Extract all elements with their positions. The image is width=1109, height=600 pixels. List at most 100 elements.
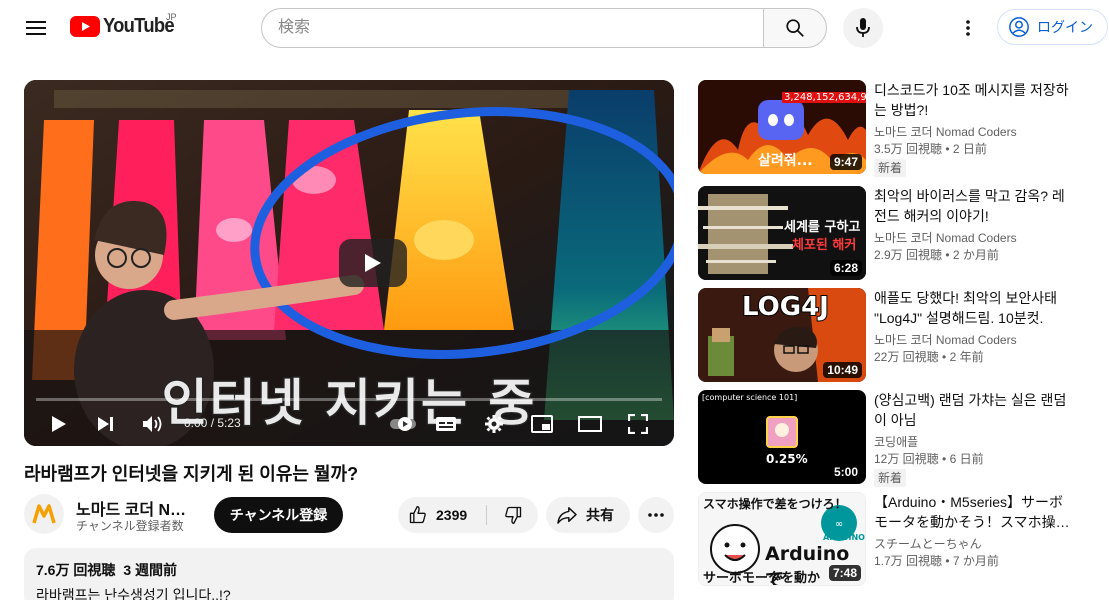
related-title[interactable]: 애플도 당했다! 최악의 보안사태 "Log4J" 설명해드림. 10분컷. xyxy=(874,288,1074,328)
video-title: 라바램프가 인터넷을 지키게 된 이유는 뭘까? xyxy=(24,464,359,484)
related-views: 2.9万 回視聴 xyxy=(874,248,943,262)
subtitles-icon xyxy=(436,417,456,431)
more-actions-button[interactable] xyxy=(638,497,674,533)
play-icon xyxy=(52,416,66,432)
fullscreen-button[interactable] xyxy=(622,408,654,440)
svg-text:∞: ∞ xyxy=(835,519,843,530)
channel-logo-icon xyxy=(32,504,56,524)
search-icon xyxy=(786,19,804,37)
subscribe-button[interactable]: チャンネル登録 xyxy=(214,497,343,533)
related-info: 【Arduino・M5series】サーボモータを動かそう！スマホ操作で差をつけ… xyxy=(874,492,1074,570)
video-duration: 6:28 xyxy=(829,260,862,276)
related-video-item[interactable]: 3,248,152,634,98 살려줘... 9:47 디스코드가 10조 메… xyxy=(698,80,1084,177)
description-box[interactable]: 7.6万 回視聴 3 週間前 라바램프는 난수생성기 입니다..!? xyxy=(24,548,674,600)
related-thumbnail[interactable]: LOG4J 10:49 xyxy=(698,288,866,382)
related-views: 22万 回視聴 xyxy=(874,350,939,364)
mute-button[interactable] xyxy=(137,408,169,440)
video-duration: 5:00 xyxy=(829,464,862,480)
autoplay-toggle[interactable] xyxy=(387,408,419,440)
guide-menu-button[interactable] xyxy=(18,12,54,44)
thumbnail-overlay-text: 세계를 구하고 xyxy=(784,220,861,235)
time-separator: / xyxy=(207,416,218,430)
current-time: 0:00 xyxy=(184,416,208,430)
dislike-button[interactable] xyxy=(487,497,538,533)
account-circle-icon xyxy=(1009,17,1029,37)
settings-menu-button[interactable] xyxy=(954,12,982,44)
subscriber-count: チャンネル登録者数 xyxy=(76,519,184,533)
related-channel[interactable]: 코딩애플 xyxy=(874,434,1074,450)
video-duration: 9:47 xyxy=(829,154,862,170)
channel-avatar[interactable] xyxy=(24,494,64,534)
video-player[interactable]: 인터넷 지키는 중 0:00 / 5:23 xyxy=(24,80,674,446)
login-button[interactable]: ログイン xyxy=(997,9,1108,45)
thumbs-up-icon xyxy=(409,506,426,524)
progress-bar[interactable] xyxy=(36,398,662,401)
search-input[interactable] xyxy=(261,8,764,48)
youtube-logo[interactable]: YouTube xyxy=(70,15,180,38)
voice-search-button[interactable] xyxy=(843,8,883,48)
thumbnail-overlay-text: 체포된 해커 xyxy=(792,238,857,253)
related-views: 12万 回視聴 xyxy=(874,452,939,466)
thumbnail-logo-text: ARDUINO xyxy=(823,533,865,542)
share-label: 共有 xyxy=(586,507,614,523)
new-badge: 新着 xyxy=(874,159,907,177)
time-display: 0:00 / 5:23 xyxy=(184,416,241,430)
more-horizontal-icon xyxy=(648,513,664,517)
login-label: ログイン xyxy=(1037,19,1093,35)
related-thumbnail[interactable]: ∞ スマホ操作で差をつけろ！ ARDUINO Arduinoで サーボモータを動… xyxy=(698,492,866,586)
thumbnail-overlay-text: サーボモータを動か xyxy=(703,571,821,586)
related-video-item[interactable]: 세계를 구하고 체포된 해커 6:28 최악의 바이러스를 막고 감옥? 레전드… xyxy=(698,186,1084,280)
related-info: 최악의 바이러스를 막고 감옥? 레전드 해커의 이야기! 노마드 코더 Nom… xyxy=(874,186,1074,264)
related-title[interactable]: (양심고백) 랜덤 가챠는 실은 랜덤이 아님 xyxy=(874,390,1074,430)
related-thumbnail[interactable]: 세계를 구하고 체포된 해커 6:28 xyxy=(698,186,866,280)
related-title[interactable]: 디스코드가 10조 메시지를 저장하는 방법?! xyxy=(874,80,1074,120)
theater-mode-button[interactable] xyxy=(574,408,606,440)
related-age: 7 か月前 xyxy=(952,554,999,568)
miniplayer-button[interactable] xyxy=(526,408,558,440)
related-video-item[interactable]: [computer science 101] 0.25% 5:00 (양심고백)… xyxy=(698,390,1084,487)
play-button[interactable] xyxy=(43,408,75,440)
related-info: 디스코드가 10조 메시지를 저장하는 방법?! 노마드 코더 Nomad Co… xyxy=(874,80,1074,177)
like-button[interactable]: 2399 xyxy=(398,497,486,533)
description-meta: 7.6万 回視聴 3 週間前 xyxy=(36,560,662,580)
related-thumbnail[interactable]: [computer science 101] 0.25% 5:00 xyxy=(698,390,866,484)
thumbnail-label-text: [computer science 101] xyxy=(702,393,798,402)
related-meta: 2.9万 回視聴 • 2 か月前 xyxy=(874,248,999,262)
subtitles-button[interactable] xyxy=(430,408,462,440)
related-channel[interactable]: スチームとーちゃん xyxy=(874,536,1074,552)
related-meta: 12万 回視聴 • 6 日前 xyxy=(874,452,984,466)
thumbnail-percent-text: 0.25% xyxy=(766,452,808,466)
related-channel[interactable]: 노마드 코더 Nomad Coders xyxy=(874,230,1074,246)
related-age: 2 年前 xyxy=(949,350,984,364)
related-title[interactable]: 최악의 바이러스를 막고 감옥? 레전드 해커의 이야기! xyxy=(874,186,1074,226)
like-count: 2399 xyxy=(436,507,468,523)
large-play-button[interactable] xyxy=(339,239,407,287)
related-title[interactable]: 【Arduino・M5series】サーボモータを動かそう！スマホ操作で差をつけ… xyxy=(874,492,1074,532)
related-age: 6 日前 xyxy=(949,452,984,466)
related-video-item[interactable]: ∞ スマホ操作で差をつけろ！ ARDUINO Arduinoで サーボモータを動… xyxy=(698,492,1084,586)
settings-button[interactable] xyxy=(478,408,510,440)
description-text: 라바램프는 난수생성기 입니다..!? xyxy=(36,587,231,600)
volume-icon xyxy=(143,416,162,432)
logo-wordmark: YouTube xyxy=(103,15,175,37)
gear-icon xyxy=(485,415,503,433)
video-duration: 10:49 xyxy=(823,362,862,378)
theater-mode-icon xyxy=(578,416,602,432)
thumbnail-overlay-text: 살려줘... xyxy=(758,153,813,169)
player-controls: 0:00 / 5:23 xyxy=(24,402,674,446)
search-button[interactable] xyxy=(763,8,827,48)
gacha-card-image xyxy=(766,416,798,448)
related-channel[interactable]: 노마드 코더 Nomad Coders xyxy=(874,332,1074,348)
video-duration: 7:48 xyxy=(828,565,861,581)
related-age: 2 か月前 xyxy=(952,248,999,262)
thumbnail-overlay-text: LOG4J xyxy=(741,291,830,323)
related-info: 애플도 당했다! 최악의 보안사태 "Log4J" 설명해드림. 10분컷. 노… xyxy=(874,288,1074,366)
share-button[interactable]: 共有 xyxy=(546,497,630,533)
related-thumbnail[interactable]: 3,248,152,634,98 살려줘... 9:47 xyxy=(698,80,866,174)
related-views: 3.5万 回視聴 xyxy=(874,142,943,156)
related-channel[interactable]: 노마드 코더 Nomad Coders xyxy=(874,124,1074,140)
like-dislike-group: 2399 xyxy=(398,497,538,533)
related-video-item[interactable]: LOG4J 10:49 애플도 당했다! 최악의 보안사태 "Log4J" 설명… xyxy=(698,288,1084,382)
next-button[interactable] xyxy=(90,408,122,440)
related-meta: 22万 回視聴 • 2 年前 xyxy=(874,350,984,364)
